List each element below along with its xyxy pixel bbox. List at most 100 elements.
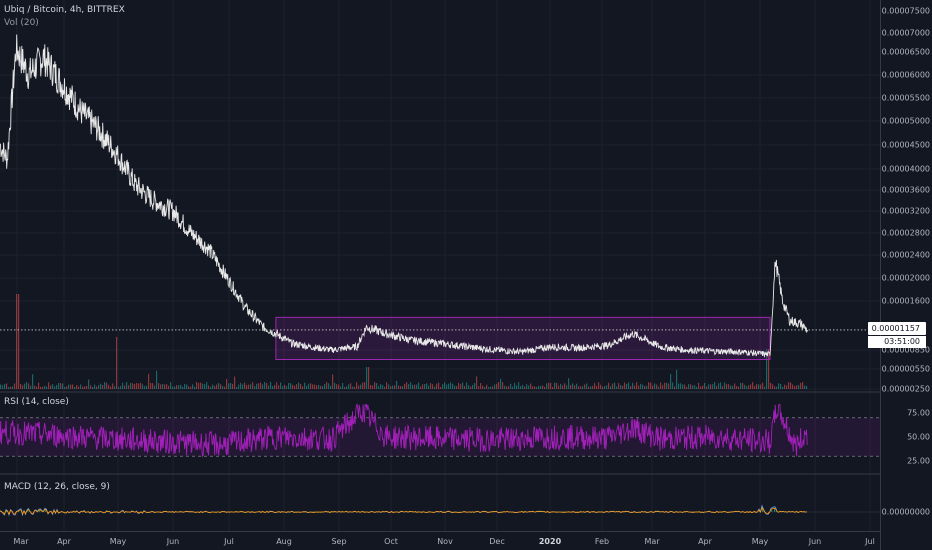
volume-bar [322,386,324,389]
volume-bar [744,384,746,389]
volume-bar [458,382,460,389]
volume-bar [536,386,538,389]
volume-bar [242,384,244,389]
price-tick-label: 0.00002000 [881,273,930,283]
volume-bar [136,383,138,389]
volume-bar [140,382,142,389]
volume-bar [638,385,640,389]
volume-bar [512,386,514,389]
volume-bar [524,386,526,389]
volume-bar [432,384,434,389]
volume-bar [90,385,92,389]
volume-bar [634,385,636,389]
volume-bar [358,385,360,389]
volume-bar [564,383,566,389]
volume-bar [286,386,288,389]
price-tick-label: 0.00002800 [881,228,930,238]
chart-area[interactable]: Ubiq / Bitcoin, 4h, BITTREX Vol (20) RSI… [0,0,880,550]
volume-bar [530,383,532,389]
volume-bar [588,386,590,389]
volume-bar [308,383,310,389]
volume-bar [640,383,642,389]
volume-bar [54,386,56,389]
volume-bar [404,383,406,389]
volume-bar [710,384,712,389]
volume-bar [488,386,490,389]
volume-bar [246,384,248,389]
volume-bar [520,386,522,389]
volume-bar [546,383,548,389]
price-chart[interactable] [0,0,880,550]
volume-bar [534,386,536,389]
volume-bar [374,382,376,389]
time-tick-label: Mar [644,537,660,546]
price-axis[interactable]: 0.00007500 0.00007000 0.00006500 0.00006000… [880,0,932,550]
volume-bar [130,383,132,389]
volume-bar [224,386,226,389]
volume-bar [390,386,392,389]
volume-bar [438,382,440,389]
volume-bar [32,374,34,389]
volume-bar [574,385,576,389]
volume-bar [214,386,216,389]
volume-bar [518,382,520,389]
volume-bar [100,383,102,389]
volume-bar [692,385,694,389]
volume-bar [526,384,528,389]
symbol-legend[interactable]: Ubiq / Bitcoin, 4h, BITTREX [4,5,125,15]
volume-bar [596,385,598,389]
volume-bar [708,384,710,389]
volume-bar [510,383,512,389]
volume-bar [450,382,452,389]
volume-bar [680,383,682,389]
volume-bar [474,382,476,389]
volume-bar [196,382,198,389]
volume-bar [324,384,326,389]
volume-bar [272,386,274,389]
macd-histogram-bar [771,509,773,512]
volume-bar [572,383,574,389]
volume-bar [544,386,546,389]
volume-bar [312,384,314,389]
time-tick-label: Feb [594,537,610,546]
volume-bar [342,382,344,389]
volume-bar [618,383,620,389]
volume-legend[interactable]: Vol (20) [4,18,39,28]
volume-bar [558,385,560,389]
macd-legend[interactable]: MACD (12, 26, close, 9) [4,482,110,492]
volume-bar [174,386,176,389]
volume-bar [332,374,334,389]
volume-bar [238,384,240,389]
volume-bar [460,384,462,389]
volume-bar [514,382,516,389]
volume-bar [448,383,450,389]
volume-bar [552,386,554,389]
rsi-legend[interactable]: RSI (14, close) [4,397,69,407]
volume-bar [706,386,708,389]
volume-bar [180,384,182,389]
time-tick-label: May [109,537,127,546]
volume-bar [456,386,458,389]
macd-histogram-bar [39,510,41,512]
volume-bar [482,385,484,389]
volume-bar [434,386,436,389]
volume-bar [24,383,26,389]
volume-bar [368,367,370,389]
volume-bar [64,386,66,389]
volume-bar [316,385,318,389]
volume-bar [784,384,786,389]
volume-bar [752,382,754,389]
volume-bar [508,386,510,389]
volume-bar [292,384,294,389]
volume-bar [258,383,260,389]
volume-bar [610,386,612,389]
volume-bar [202,383,204,389]
volume-bar [372,385,374,389]
volume-bar [584,384,586,389]
volume-bar [656,384,658,389]
volume-bar [550,382,552,389]
volume-bar [498,382,500,389]
volume-bar [756,384,758,389]
volume-bar [398,385,400,389]
volume-bar [58,382,60,389]
